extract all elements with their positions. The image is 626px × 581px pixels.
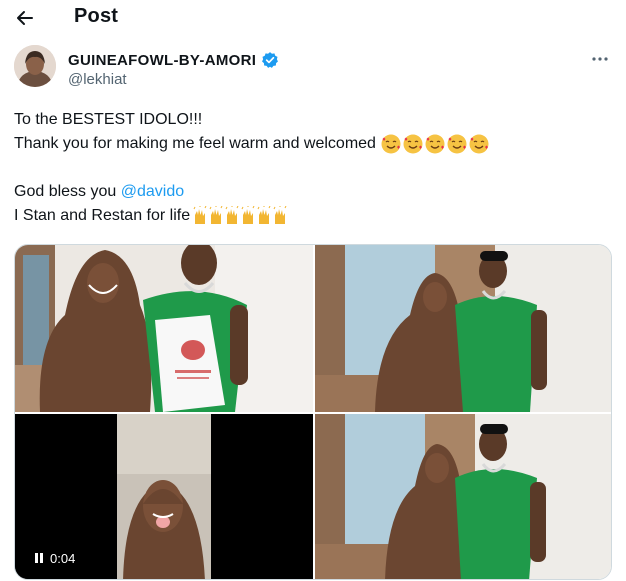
post-line-3: God bless you @davido <box>14 180 614 204</box>
post-line-1: To the BESTEST IDOLO!!! <box>14 111 203 128</box>
user-handle[interactable]: @lekhiat <box>68 71 127 88</box>
video-time: 0:04 <box>50 550 76 566</box>
media-video[interactable]: 0:04 <box>15 414 313 579</box>
post-line-2: Thank you for making me feel warm and we… <box>14 132 614 156</box>
pause-icon <box>35 553 43 563</box>
post-line-4-text: I Stan and Restan for life <box>14 207 191 224</box>
more-dots-icon <box>592 57 608 61</box>
media-photo-1[interactable] <box>15 245 313 412</box>
media-grid: 0:04 <box>14 244 612 580</box>
back-arrow-icon <box>17 11 33 25</box>
smiling-face-with-hearts-icon <box>380 133 490 155</box>
post-line-4: I Stan and Restan for life <box>14 204 614 228</box>
more-options-button[interactable] <box>588 49 612 69</box>
top-bar: Post <box>0 0 626 36</box>
page-title: Post <box>74 5 119 27</box>
back-button[interactable] <box>10 4 40 32</box>
display-name[interactable]: GUINEAFOWL-BY-AMORI <box>68 52 256 69</box>
video-duration-badge: 0:04 <box>27 547 84 569</box>
post-text: To the BESTEST IDOLO!!! Thank you for ma… <box>14 108 614 228</box>
post-line-3-text: God bless you <box>14 183 121 200</box>
avatar[interactable] <box>14 45 56 87</box>
post-header: GUINEAFOWL-BY-AMORI @lekhiat <box>14 45 614 91</box>
raising-hands-icon <box>192 206 288 226</box>
post-line-2-text: Thank you for making me feel warm and we… <box>14 135 376 152</box>
mention-link[interactable]: @davido <box>121 180 184 204</box>
media-photo-3[interactable] <box>315 414 611 579</box>
display-name-row: GUINEAFOWL-BY-AMORI <box>68 51 279 69</box>
media-photo-2[interactable] <box>315 245 611 412</box>
verified-badge-icon <box>262 52 279 68</box>
